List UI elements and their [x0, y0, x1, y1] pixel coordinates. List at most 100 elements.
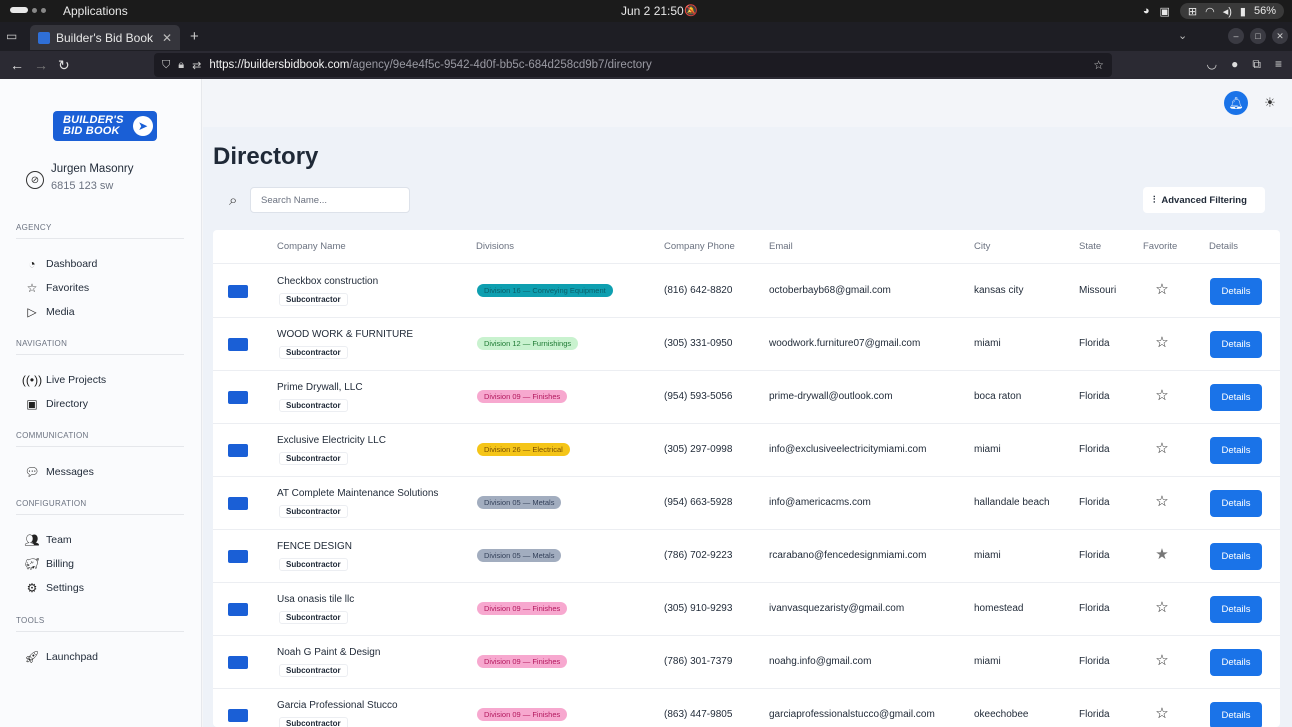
applications-menu[interactable]: Applications [63, 4, 128, 18]
favorite-star-icon[interactable]: ☆ [1153, 282, 1171, 297]
pocket-icon[interactable]: ◡ [1207, 57, 1217, 72]
column-header[interactable]: Email [769, 241, 793, 252]
tab-close-icon[interactable]: ✕ [162, 31, 172, 45]
company-email: garciaprofessionalstucco@gmail.com [769, 709, 935, 720]
sidebar-item-launchpad[interactable]: 🚀︎ Launchpad [24, 650, 98, 664]
company-logo [228, 709, 248, 722]
favorite-star-icon[interactable]: ☆ [1153, 653, 1171, 668]
minimize-icon[interactable]: – [1228, 28, 1244, 44]
details-button[interactable]: Details [1210, 596, 1262, 623]
back-arrow-icon[interactable]: ← [10, 57, 24, 73]
table-row: Checkbox construction Subcontractor Divisi… [213, 265, 1280, 318]
column-header[interactable]: Details [1209, 241, 1238, 252]
menu-icon[interactable]: ≡ [1275, 57, 1282, 72]
details-button[interactable]: Details [1210, 649, 1262, 676]
company-logo [228, 391, 248, 404]
advanced-filtering-button[interactable]: ⫶ Advanced Filtering [1143, 187, 1265, 213]
favorite-star-icon[interactable]: ☆ [1153, 494, 1171, 509]
company-name[interactable]: Exclusive Electricity LLC [277, 435, 386, 446]
division-badge: Division 09 — Finishes [477, 708, 568, 721]
users-icon: 👥︎ [24, 533, 40, 547]
favorite-star-icon[interactable]: ☆ [1153, 335, 1171, 350]
details-button[interactable]: Details [1210, 437, 1262, 464]
workspace-indicator[interactable] [10, 7, 46, 13]
discord-icon[interactable]: ◕ [1143, 5, 1150, 17]
brand-logo[interactable]: BUILDER'S BID BOOK ➤ [53, 111, 157, 141]
table-row: Noah G Paint & Design Subcontractor Divisi… [213, 636, 1280, 689]
favorite-star-icon[interactable]: ☆ [1153, 441, 1171, 456]
clipboard-icon[interactable]: ▣ [1159, 5, 1169, 18]
company-name[interactable]: Noah G Paint & Design [277, 647, 380, 658]
column-header[interactable]: Company Phone [664, 241, 735, 252]
details-button[interactable]: Details [1210, 543, 1262, 570]
company-city: okeechobee [974, 709, 1029, 720]
favorite-star-icon[interactable]: ☆ [1153, 706, 1171, 721]
bookmark-star-icon[interactable]: ☆ [1093, 58, 1104, 72]
details-button[interactable]: Details [1210, 278, 1262, 305]
os-clock[interactable]: Jun 2 21:50 [621, 4, 684, 18]
company-state: Florida [1079, 444, 1110, 455]
sidebar-item-settings[interactable]: ⚙ Settings [25, 581, 84, 595]
company-email: info@americacms.com [769, 497, 871, 508]
sidebar-item-billing[interactable]: 🐖︎ Billing [24, 557, 74, 571]
company-phone: (305) 297-0998 [664, 444, 733, 455]
division-badge: Division 05 — Metals [477, 549, 562, 562]
company-name[interactable]: WOOD WORK & FURNITURE [277, 329, 413, 340]
system-tray[interactable]: ⊞ ◠ ◂) ▮ 56% [1179, 3, 1284, 19]
column-header[interactable]: Company Name [277, 241, 346, 252]
piggy-bank-icon: 🐖︎ [24, 557, 40, 571]
column-header[interactable]: City [974, 241, 990, 252]
account-icon[interactable]: ● [1231, 57, 1238, 72]
company-name[interactable]: Usa onasis tile llc [277, 594, 354, 605]
company-name[interactable]: AT Complete Maintenance Solutions [277, 488, 438, 499]
favorite-star-icon[interactable]: ★ [1153, 547, 1171, 562]
browser-tab-active[interactable]: Builder's Bid Book ✕ [30, 25, 180, 50]
sidebar-item-media[interactable]: ▷ Media [25, 305, 74, 319]
top-header: 🔔︎ ☀ [203, 79, 1292, 127]
search-input[interactable] [250, 187, 410, 213]
company-state: Florida [1079, 603, 1110, 614]
favorite-star-icon[interactable]: ☆ [1153, 600, 1171, 615]
tab-list-icon[interactable]: ▭ [6, 29, 20, 43]
company-name[interactable]: FENCE DESIGN [277, 541, 352, 552]
sidebar-item-directory[interactable]: ▣ Directory [25, 397, 88, 411]
favorite-star-icon[interactable]: ☆ [1153, 388, 1171, 403]
company-email: prime-drywall@outlook.com [769, 391, 893, 402]
close-window-icon[interactable]: ✕ [1272, 28, 1288, 44]
sidebar-item-messages[interactable]: 💬︎ Messages [24, 465, 93, 479]
details-button[interactable]: Details [1210, 702, 1262, 727]
extensions-icon[interactable]: ⧉ [1252, 57, 1261, 72]
browser-tab-strip: ▭ Builder's Bid Book ✕ + ⌄ – □ ✕ [0, 22, 1292, 51]
compass-icon: ⊘ [26, 171, 44, 189]
details-button[interactable]: Details [1210, 490, 1262, 517]
company-name[interactable]: Prime Drywall, LLC [277, 382, 363, 393]
sidebar-item-dashboard[interactable]: ◔ Dashboard [25, 257, 97, 271]
sidebar-item-team[interactable]: 👥︎ Team [24, 533, 71, 547]
division-badge: Division 09 — Finishes [477, 602, 568, 615]
maximize-icon[interactable]: □ [1250, 28, 1266, 44]
company-state: Florida [1079, 338, 1110, 349]
reload-icon[interactable]: ↻ [58, 57, 70, 74]
details-button[interactable]: Details [1210, 384, 1262, 411]
theme-toggle-sun-icon[interactable]: ☀ [1260, 93, 1280, 113]
company-type-badge: Subcontractor [279, 611, 348, 624]
chevron-down-icon[interactable]: ⌄ [1178, 29, 1187, 42]
forward-arrow-icon[interactable]: → [34, 57, 48, 73]
column-header[interactable]: Favorite [1143, 241, 1177, 252]
sidebar-item-favorites[interactable]: ☆ Favorites [25, 281, 90, 295]
company-name[interactable]: Garcia Professional Stucco [277, 700, 398, 711]
notifications-bell-icon[interactable]: 🔔︎ [1224, 91, 1248, 115]
column-header[interactable]: Divisions [476, 241, 514, 252]
details-button[interactable]: Details [1210, 331, 1262, 358]
new-tab-icon[interactable]: + [190, 28, 199, 45]
section-tools: TOOLS [16, 616, 187, 632]
company-name[interactable]: Checkbox construction [277, 276, 378, 287]
division-badge: Division 12 — Furnishings [477, 337, 579, 350]
sidebar: BUILDER'S BID BOOK ➤ ⊘ Jurgen Masonry 68… [0, 79, 202, 727]
sidebar-item-label: Live Projects [46, 374, 107, 386]
company-state: Florida [1079, 709, 1110, 720]
column-header[interactable]: State [1079, 241, 1101, 252]
company-city: miami [974, 656, 1001, 667]
address-bar[interactable]: ⛉ 🔒︎ ⇄ https://buildersbidbook.com/agenc… [154, 53, 1112, 77]
sidebar-item-live-projects[interactable]: ((•)) Live Projects [22, 373, 107, 387]
